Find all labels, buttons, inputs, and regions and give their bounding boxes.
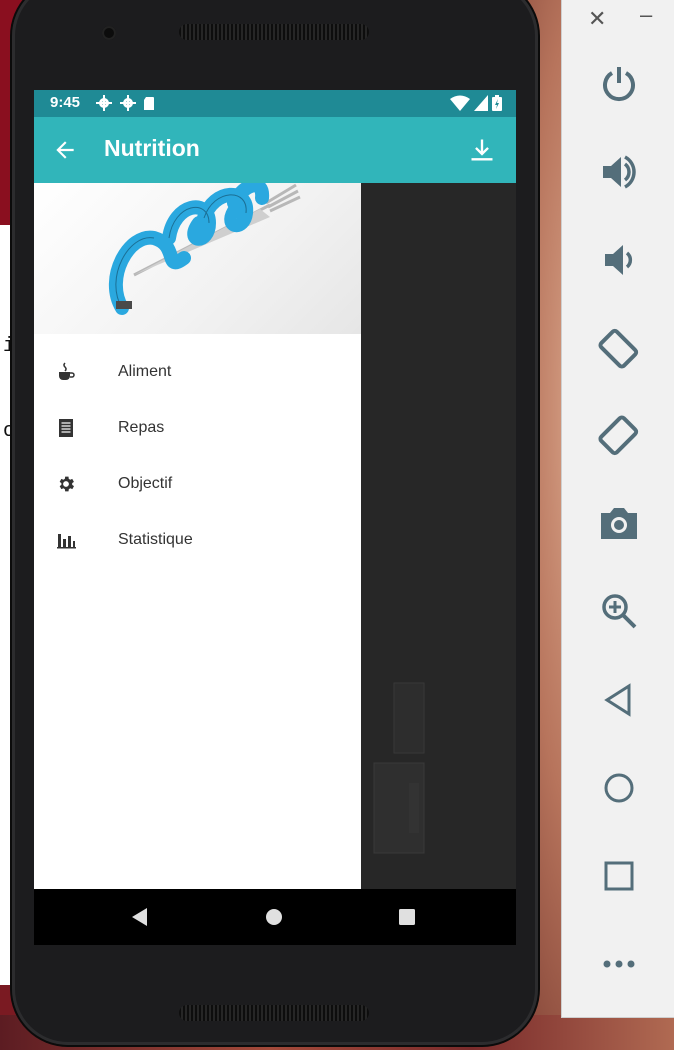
menu-item-label: Objectif <box>118 475 173 492</box>
back-icon[interactable] <box>596 677 642 723</box>
app-toolbar: Nutrition <box>34 117 516 183</box>
coffee-cup-icon <box>56 362 76 382</box>
download-icon[interactable] <box>468 136 496 164</box>
page-title: Nutrition <box>104 135 200 161</box>
navigation-drawer: Aliment Repas Objectif Statistique <box>34 183 361 889</box>
device-screen: 9:45 Nutrition Aliment Repas Objectif St… <box>34 90 516 945</box>
front-camera <box>102 26 116 40</box>
nav-recents-icon[interactable] <box>396 906 418 928</box>
volume-down-icon[interactable] <box>596 237 642 283</box>
rotate-left-icon[interactable] <box>596 325 642 371</box>
notification-gear-icons <box>96 95 154 111</box>
home-icon[interactable] <box>596 765 642 811</box>
wifi-icon <box>450 95 470 111</box>
nav-back-icon[interactable] <box>129 906 151 928</box>
menu-item-repas[interactable]: Repas <box>34 400 361 456</box>
status-notification-icons <box>96 94 156 116</box>
top-speaker <box>179 24 369 40</box>
rotate-right-icon[interactable] <box>596 413 642 459</box>
power-icon[interactable] <box>596 61 642 107</box>
overview-icon[interactable] <box>596 853 642 899</box>
document-list-icon <box>56 418 76 438</box>
menu-item-label: Aliment <box>118 363 172 380</box>
menu-item-objectif[interactable]: Objectif <box>34 456 361 512</box>
emulator-control-panel: ✕ – <box>561 0 674 1018</box>
minimize-icon[interactable]: – <box>640 2 652 28</box>
bottom-speaker <box>179 1005 369 1021</box>
camera-icon[interactable] <box>596 500 642 546</box>
volume-up-icon[interactable] <box>596 149 642 195</box>
background-illustration <box>373 682 425 854</box>
drawer-header-image <box>34 183 361 334</box>
menu-item-statistique[interactable]: Statistique <box>34 512 361 568</box>
android-navigation-bar <box>34 889 516 945</box>
battery-icon <box>492 95 502 111</box>
status-time: 9:45 <box>50 94 81 111</box>
bar-chart-icon <box>56 530 76 550</box>
close-icon[interactable]: ✕ <box>588 6 606 32</box>
more-icon[interactable] <box>596 941 642 987</box>
status-system-icons <box>450 93 502 113</box>
menu-item-aliment[interactable]: Aliment <box>34 344 361 400</box>
zoom-icon[interactable] <box>596 588 642 634</box>
nav-home-icon[interactable] <box>263 906 285 928</box>
cell-signal-icon <box>474 95 488 111</box>
status-bar: 9:45 <box>34 90 516 117</box>
drawer-menu: Aliment Repas Objectif Statistique <box>34 334 361 568</box>
menu-item-label: Statistique <box>118 531 193 548</box>
back-arrow-icon[interactable] <box>52 137 78 163</box>
measuring-tape-fork-image <box>108 183 301 315</box>
settings-gear-icon <box>56 474 76 494</box>
menu-item-label: Repas <box>118 419 165 436</box>
